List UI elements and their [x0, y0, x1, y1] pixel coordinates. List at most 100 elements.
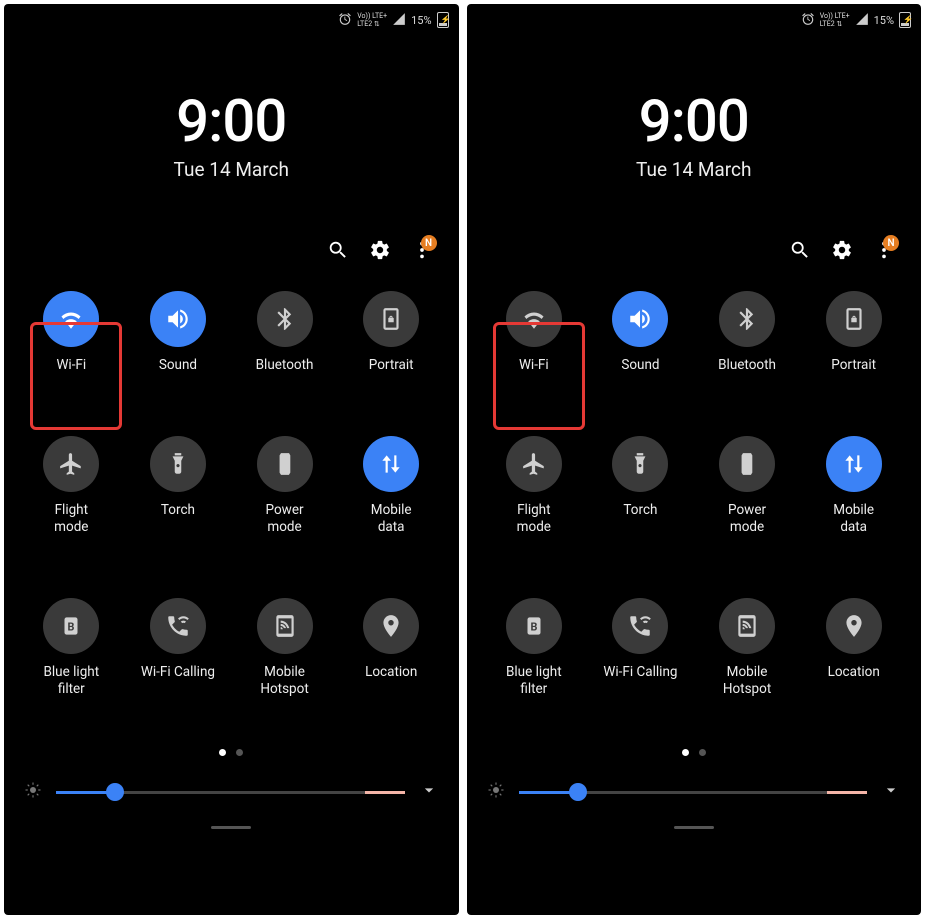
quick-settings-grid: Wi-Fi Sound Bluetooth Portrait Flight mo…	[467, 291, 922, 697]
bluetooth-icon[interactable]	[257, 291, 313, 347]
wifi-calling-icon[interactable]	[150, 598, 206, 654]
wifi-icon[interactable]	[43, 291, 99, 347]
brightness-icon	[487, 781, 505, 803]
portrait-lock-icon[interactable]	[826, 291, 882, 347]
expand-brightness-button[interactable]	[419, 780, 439, 804]
hotspot-icon[interactable]	[257, 598, 313, 654]
home-handle[interactable]	[211, 826, 251, 829]
clock-area: 9:00 Tue 14 March	[467, 88, 922, 181]
sound-icon[interactable]	[612, 291, 668, 347]
tile-label: Power mode	[728, 502, 766, 536]
clock-area: 9:00 Tue 14 March	[4, 88, 459, 181]
tile-bluetooth[interactable]: Bluetooth	[231, 291, 338, 374]
tile-wificalling[interactable]: Wi-Fi Calling	[587, 598, 694, 698]
wifi-calling-icon[interactable]	[612, 598, 668, 654]
notification-badge: N	[421, 235, 437, 251]
tile-label: Mobile data	[833, 502, 874, 536]
tile-flight[interactable]: Flight mode	[18, 436, 125, 536]
pager-dot[interactable]	[219, 749, 226, 756]
home-handle[interactable]	[674, 826, 714, 829]
alarm-icon	[801, 12, 815, 29]
tile-power[interactable]: Power mode	[694, 436, 801, 536]
bluetooth-icon[interactable]	[719, 291, 775, 347]
airplane-icon[interactable]	[506, 436, 562, 492]
wifi-icon[interactable]	[506, 291, 562, 347]
tile-label: Wi-Fi	[519, 357, 549, 374]
status-bar: Vo)) LTE+ LTE2 ⇅ 15% ⚡	[467, 4, 922, 32]
expand-brightness-button[interactable]	[881, 780, 901, 804]
network-indicator: Vo)) LTE+ LTE2 ⇅	[357, 12, 387, 28]
sound-icon[interactable]	[150, 291, 206, 347]
alarm-icon	[338, 12, 352, 29]
tile-label: Portrait	[831, 357, 876, 374]
tile-sound[interactable]: Sound	[125, 291, 232, 374]
tile-label: Wi-Fi Calling	[603, 664, 677, 681]
brightness-slider-row	[467, 780, 922, 804]
pager-dot[interactable]	[682, 749, 689, 756]
status-bar: Vo)) LTE+ LTE2 ⇅ 15% ⚡	[4, 4, 459, 32]
tile-bluetooth[interactable]: Bluetooth	[694, 291, 801, 374]
search-button[interactable]	[789, 239, 811, 265]
tile-wifi[interactable]: Wi-Fi	[18, 291, 125, 374]
mobile-data-icon[interactable]	[826, 436, 882, 492]
page-indicator	[4, 749, 459, 756]
settings-button[interactable]	[831, 239, 853, 265]
flashlight-icon[interactable]	[150, 436, 206, 492]
tile-portrait[interactable]: Portrait	[338, 291, 445, 374]
tile-label: Portrait	[369, 357, 414, 374]
location-icon[interactable]	[826, 598, 882, 654]
tile-location[interactable]: Location	[338, 598, 445, 698]
brightness-slider[interactable]	[56, 791, 405, 794]
location-icon[interactable]	[363, 598, 419, 654]
tile-label: Bluetooth	[256, 357, 314, 374]
airplane-icon[interactable]	[43, 436, 99, 492]
portrait-lock-icon[interactable]	[363, 291, 419, 347]
tile-label: Torch	[623, 502, 657, 519]
tile-label: Sound	[159, 357, 197, 374]
tile-wifi[interactable]: Wi-Fi	[481, 291, 588, 374]
battery-text: 15%	[874, 14, 894, 27]
pager-dot[interactable]	[699, 749, 706, 756]
tile-hotspot[interactable]: Mobile Hotspot	[694, 598, 801, 698]
pager-dot[interactable]	[236, 749, 243, 756]
search-button[interactable]	[327, 239, 349, 265]
tile-label: Location	[365, 664, 417, 681]
tile-wificalling[interactable]: Wi-Fi Calling	[125, 598, 232, 698]
mobile-data-icon[interactable]	[363, 436, 419, 492]
tile-location[interactable]: Location	[800, 598, 907, 698]
clock-time: 9:00	[467, 88, 922, 156]
tile-torch[interactable]: Torch	[587, 436, 694, 536]
tile-torch[interactable]: Torch	[125, 436, 232, 536]
tile-sound[interactable]: Sound	[587, 291, 694, 374]
network-indicator: Vo)) LTE+ LTE2 ⇅	[820, 12, 850, 28]
tile-bluelight[interactable]: Blue light filter	[481, 598, 588, 698]
tile-power[interactable]: Power mode	[231, 436, 338, 536]
battery-mode-icon[interactable]	[719, 436, 775, 492]
battery-charging-icon: ⚡	[437, 12, 449, 28]
tile-mobiledata[interactable]: Mobile data	[800, 436, 907, 536]
tile-hotspot[interactable]: Mobile Hotspot	[231, 598, 338, 698]
tile-mobiledata[interactable]: Mobile data	[338, 436, 445, 536]
bluelight-icon[interactable]	[506, 598, 562, 654]
tile-flight[interactable]: Flight mode	[481, 436, 588, 536]
brightness-slider-row	[4, 780, 459, 804]
battery-mode-icon[interactable]	[257, 436, 313, 492]
tile-label: Mobile data	[371, 502, 412, 536]
page-indicator	[467, 749, 922, 756]
clock-date: Tue 14 March	[4, 158, 459, 181]
quick-settings-grid: Wi-Fi Sound Bluetooth Portrait Flight mo…	[4, 291, 459, 697]
tile-label: Mobile Hotspot	[260, 664, 308, 698]
tile-bluelight[interactable]: Blue light filter	[18, 598, 125, 698]
more-button[interactable]: N	[873, 239, 895, 265]
settings-button[interactable]	[369, 239, 391, 265]
tile-label: Wi-Fi Calling	[141, 664, 215, 681]
brightness-slider[interactable]	[519, 791, 868, 794]
tile-portrait[interactable]: Portrait	[800, 291, 907, 374]
battery-text: 15%	[411, 14, 431, 27]
more-button[interactable]: N	[411, 239, 433, 265]
tile-label: Sound	[621, 357, 659, 374]
bluelight-icon[interactable]	[43, 598, 99, 654]
flashlight-icon[interactable]	[612, 436, 668, 492]
hotspot-icon[interactable]	[719, 598, 775, 654]
battery-charging-icon: ⚡	[899, 12, 911, 28]
